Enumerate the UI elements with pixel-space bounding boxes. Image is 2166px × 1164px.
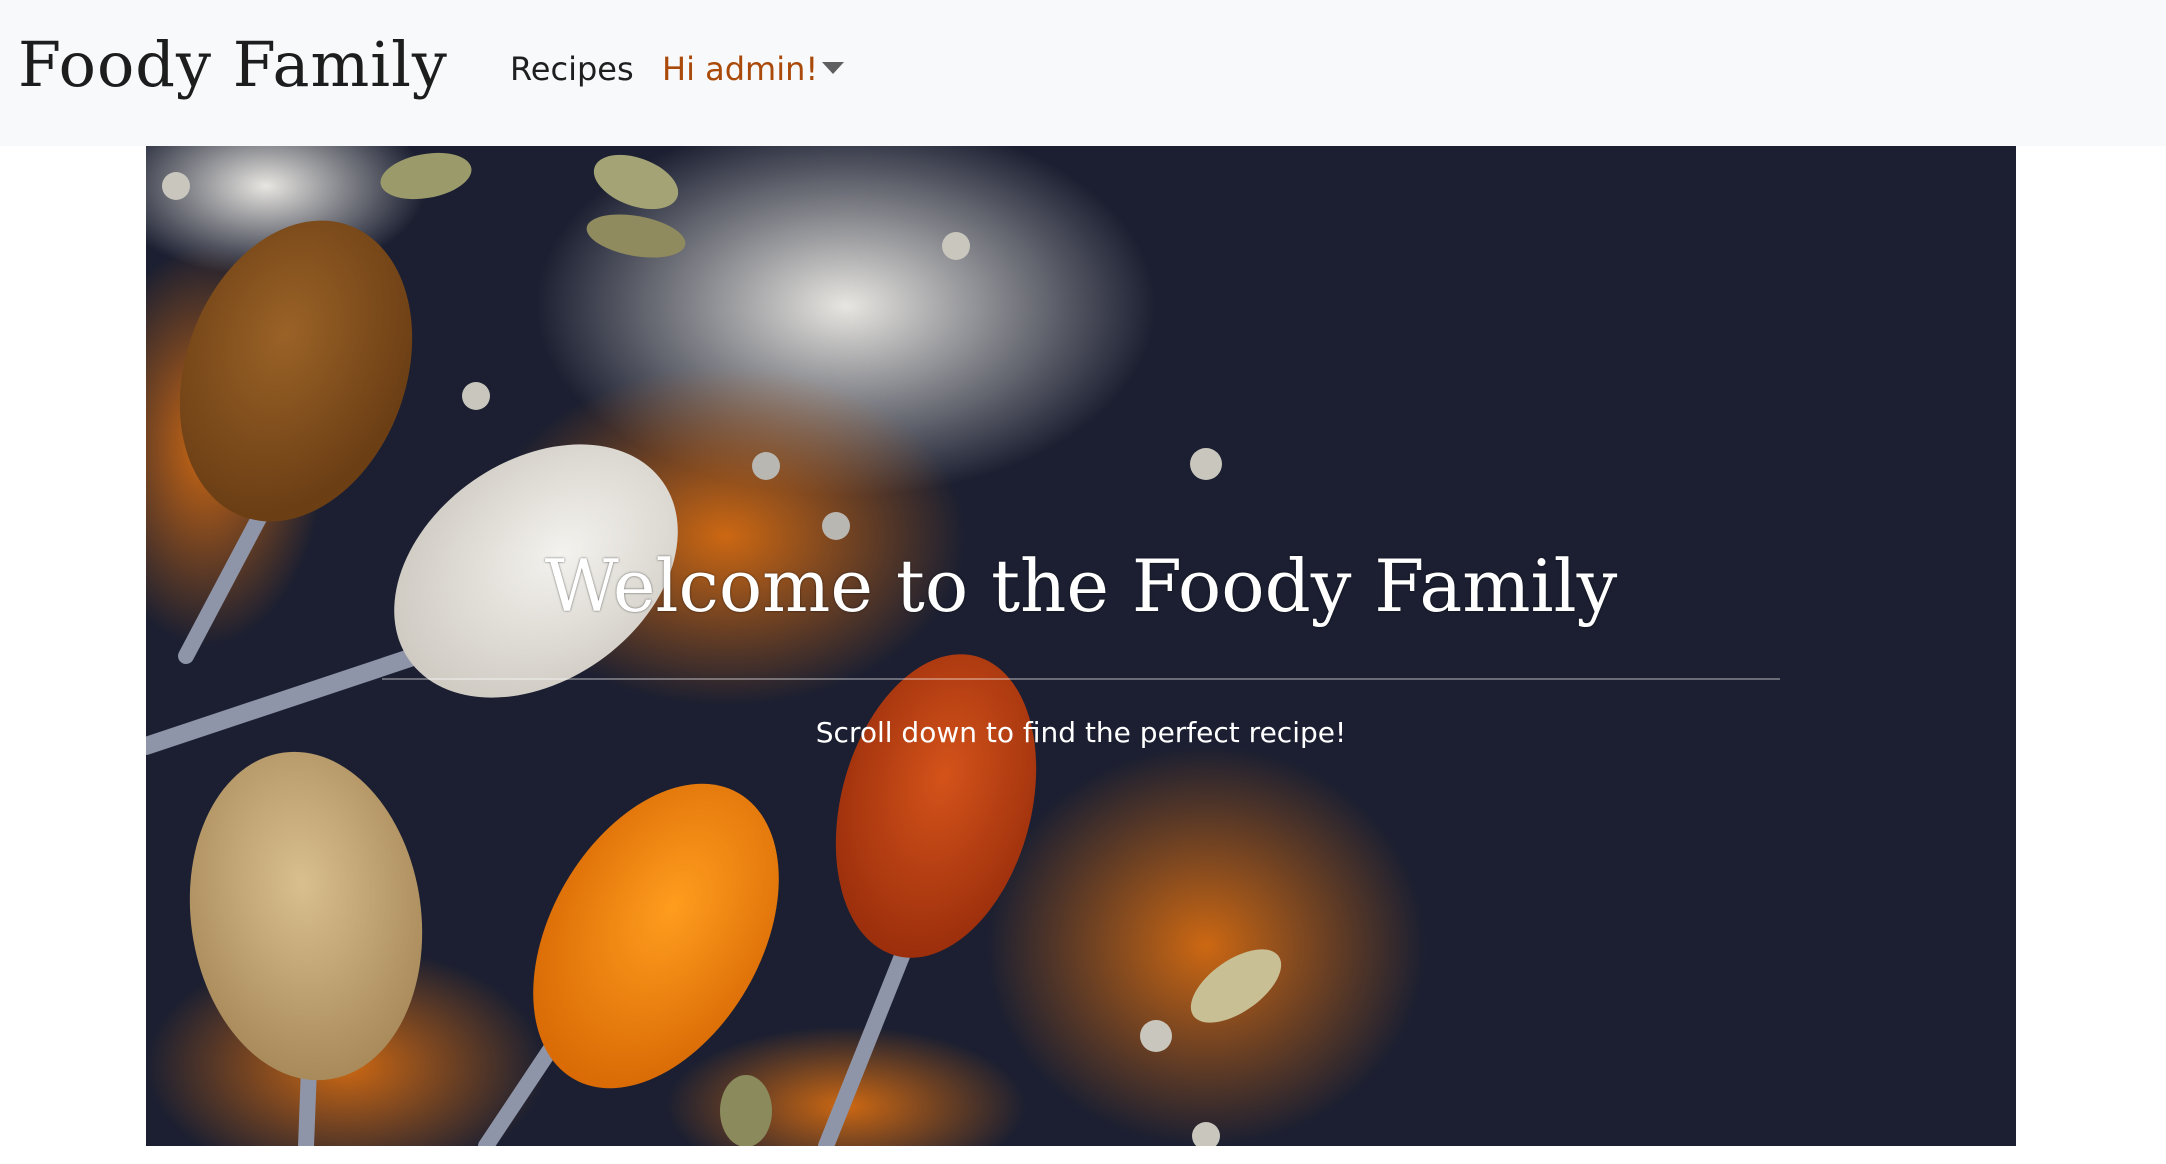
hero-title: Welcome to the Foody Family (544, 544, 1618, 628)
hero-subtitle: Scroll down to find the perfect recipe! (815, 716, 1347, 749)
hero-banner: Welcome to the Foody Family Scroll down … (146, 146, 2016, 1146)
spices-background-image (146, 146, 2016, 1146)
caret-down-icon[interactable] (822, 62, 844, 74)
hero-divider (382, 678, 1780, 680)
brand-logo[interactable]: Foody Family (18, 28, 448, 101)
user-menu-toggle[interactable]: Hi admin! (662, 50, 818, 88)
navbar: Foody Family Recipes Hi admin! (0, 0, 2166, 146)
nav-recipes-link[interactable]: Recipes (510, 50, 634, 88)
